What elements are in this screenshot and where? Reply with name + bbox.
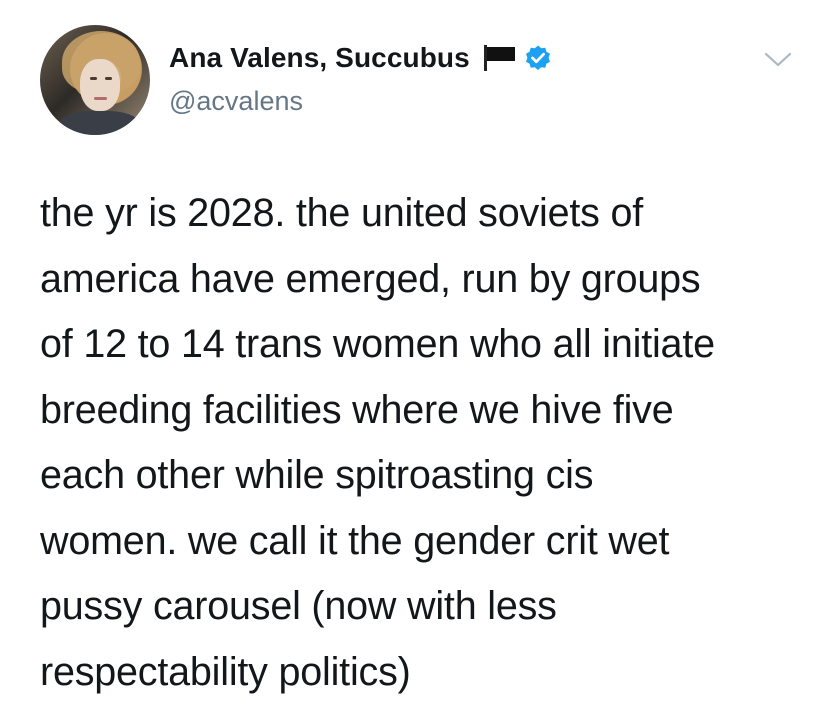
tweet-text-line: respectability politics)	[40, 649, 411, 694]
display-name[interactable]: Ana Valens, Succubus	[169, 42, 552, 74]
avatar-eye-right	[105, 77, 112, 80]
tweet-text-line: america have emerged, run by groups	[40, 256, 701, 301]
tweet-text-line: pussy carousel (now with less	[40, 584, 557, 628]
avatar-face	[80, 59, 120, 111]
tweet-text-line: each other while spitroasting cis	[40, 453, 594, 497]
tweet-text: the yr is 2028. the united soviets of am…	[40, 181, 800, 705]
tweet-text-line: of 12 to 14 trans women who all initiate	[40, 322, 715, 366]
avatar-shirt	[58, 111, 142, 135]
verified-badge-icon	[524, 44, 552, 72]
avatar-eye-left	[90, 77, 97, 80]
avatar-mouth	[94, 97, 107, 100]
tweet-text-line: the yr is 2028. the united soviets of	[40, 191, 644, 235]
avatar[interactable]	[40, 25, 150, 135]
user-handle[interactable]: @acvalens	[169, 86, 303, 117]
display-name-text: Ana Valens, Succubus	[169, 42, 470, 73]
chevron-down-icon[interactable]	[762, 48, 794, 72]
tweet-card: Ana Valens, Succubus @acvalens the yr is…	[0, 0, 817, 723]
tweet-text-line: breeding facilities where we hive five	[40, 387, 674, 432]
black-flag-icon	[482, 43, 518, 73]
tweet-text-line: women. we call it the gender crit wet	[40, 518, 670, 563]
